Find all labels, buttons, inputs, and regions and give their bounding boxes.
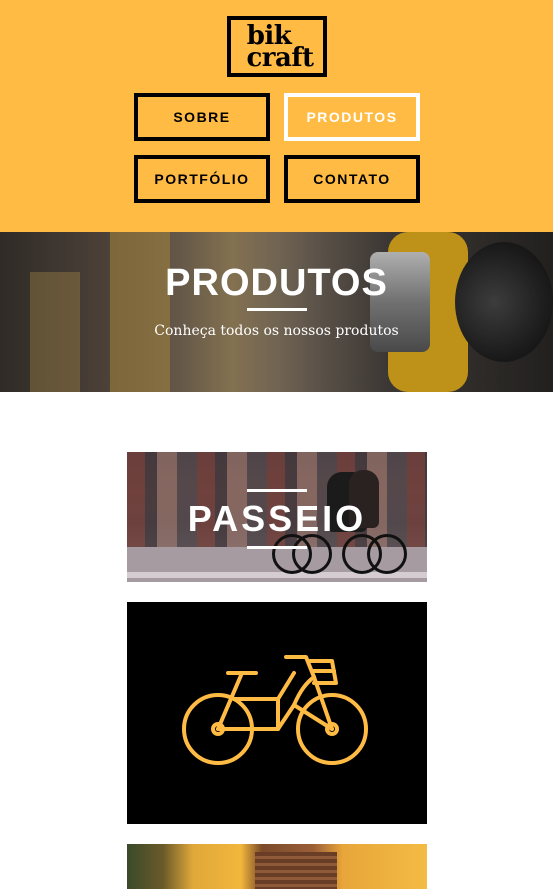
bicycle-icon — [182, 655, 368, 765]
page-title: PRODUTOS — [165, 262, 388, 304]
bikcraft-logo[interactable]: bik craft — [227, 16, 327, 77]
product-card-bicycle-icon[interactable] — [127, 602, 427, 824]
nav-contato-button[interactable]: CONTATO — [284, 155, 420, 203]
title-underline — [247, 308, 307, 311]
hero-banner-image — [0, 232, 553, 392]
product-card-title: PASSEIO — [187, 498, 367, 539]
logo-text-line2: craft — [246, 42, 314, 73]
product-card-third[interactable] — [127, 844, 427, 889]
card-title-line-top — [247, 489, 307, 492]
card-title-line-bottom — [247, 546, 307, 549]
site-header: bik craft SOBRE PRODUTOS PORTFÓLIO CONTA… — [0, 0, 553, 232]
nav-sobre-button[interactable]: SOBRE — [134, 93, 270, 141]
page-subtitle: Conheça todos os nossos produtos — [154, 323, 399, 339]
nav-portfolio-button[interactable]: PORTFÓLIO — [134, 155, 270, 203]
nav-produtos-button[interactable]: PRODUTOS — [284, 93, 420, 141]
